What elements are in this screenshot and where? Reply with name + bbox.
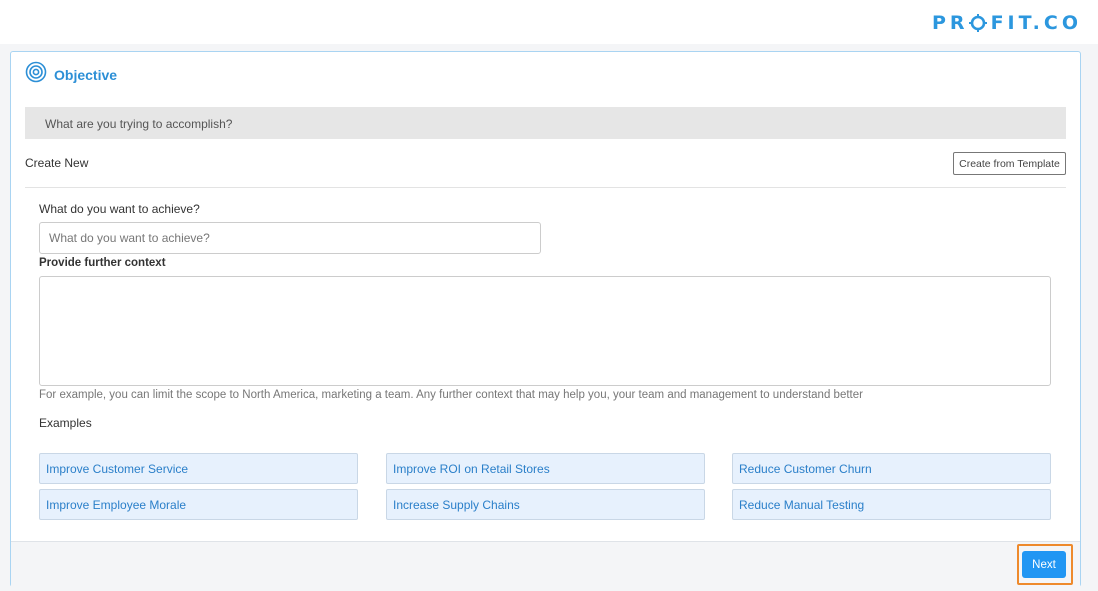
create-from-template-button[interactable]: Create from Template bbox=[953, 152, 1066, 175]
card-header: Objective bbox=[25, 61, 117, 88]
card-title: Objective bbox=[54, 66, 118, 83]
logo-o-crosshair-icon bbox=[968, 14, 987, 32]
example-reduce-manual-testing[interactable]: Reduce Manual Testing bbox=[732, 489, 1051, 520]
profit-co-logo[interactable]: PR FIT.CO bbox=[932, 12, 1082, 34]
context-label: Provide further context bbox=[39, 257, 166, 269]
example-improve-customer-service[interactable]: Improve Customer Service bbox=[39, 453, 358, 484]
example-increase-supply-chains[interactable]: Increase Supply Chains bbox=[386, 489, 705, 520]
logo-text-right: FIT.CO bbox=[990, 12, 1082, 34]
card-footer: Next bbox=[11, 541, 1080, 587]
context-textarea[interactable] bbox=[39, 276, 1051, 386]
target-icon bbox=[25, 61, 47, 88]
example-reduce-customer-churn[interactable]: Reduce Customer Churn bbox=[732, 453, 1051, 484]
example-improve-roi-retail-stores[interactable]: Improve ROI on Retail Stores bbox=[386, 453, 705, 484]
section-divider bbox=[25, 187, 1066, 188]
achieve-input[interactable] bbox=[39, 222, 541, 254]
create-new-label: Create New bbox=[25, 156, 89, 170]
banner-text: What are you trying to accomplish? bbox=[45, 117, 233, 131]
next-highlight-frame: Next bbox=[1017, 544, 1073, 585]
next-button[interactable]: Next bbox=[1022, 551, 1066, 578]
objective-card: Objective What are you trying to accompl… bbox=[10, 51, 1081, 587]
context-hint: For example, you can limit the scope to … bbox=[39, 389, 863, 401]
accomplish-banner: What are you trying to accomplish? bbox=[25, 107, 1066, 139]
achieve-label: What do you want to achieve? bbox=[39, 202, 200, 216]
example-improve-employee-morale[interactable]: Improve Employee Morale bbox=[39, 489, 358, 520]
examples-label: Examples bbox=[39, 416, 92, 430]
logo-text-left: PR bbox=[932, 12, 969, 34]
top-bar: PR FIT.CO bbox=[0, 0, 1098, 44]
